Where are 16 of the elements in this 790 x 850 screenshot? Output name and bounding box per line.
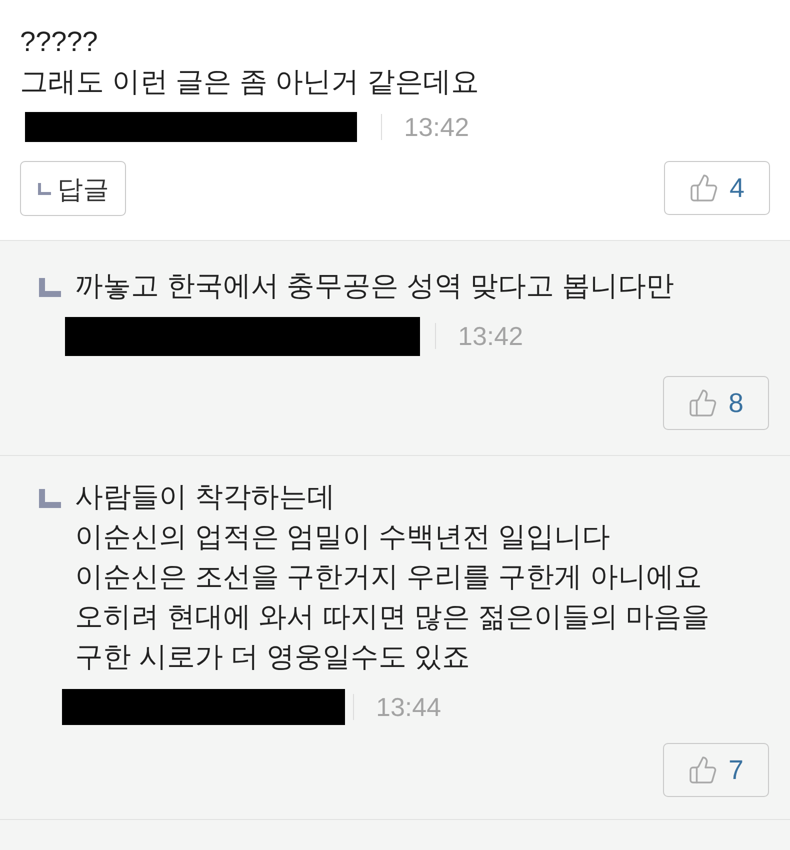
like-button[interactable]: 7 [663, 743, 769, 797]
like-button[interactable]: 8 [663, 376, 769, 430]
comment-time: 13:42 [404, 114, 470, 140]
reply-text: 사람들이 착각하는데 이순신의 업적은 엄밀이 수백년전 일입니다 이순신은 조선을 구한거지 우리를 구한게 아니에요 오히려 현대에 와서 따지면 많은 젊은이들의 마음을 구한 시로가 더 영웅일수도 있죠 [75, 480, 710, 674]
reply-indent-icon [38, 182, 51, 194]
like-button[interactable]: 4 [664, 161, 770, 215]
comment-text: ????? 그래도 이런 글은 좀 아닌거 같은데요 [20, 25, 480, 99]
thumbs-up-icon [688, 755, 718, 785]
reply-text: 까놓고 한국에서 충무공은 성역 맞다고 봅니다만 [75, 269, 674, 303]
reply-button[interactable]: 답글 [20, 161, 126, 216]
comment-time: 13:44 [376, 694, 442, 720]
thumbs-up-icon [689, 173, 720, 203]
thumbs-up-icon [688, 388, 718, 418]
comment-time: 13:42 [458, 323, 524, 349]
reply-indent-icon [39, 489, 61, 508]
reply-indent-icon [39, 278, 61, 297]
